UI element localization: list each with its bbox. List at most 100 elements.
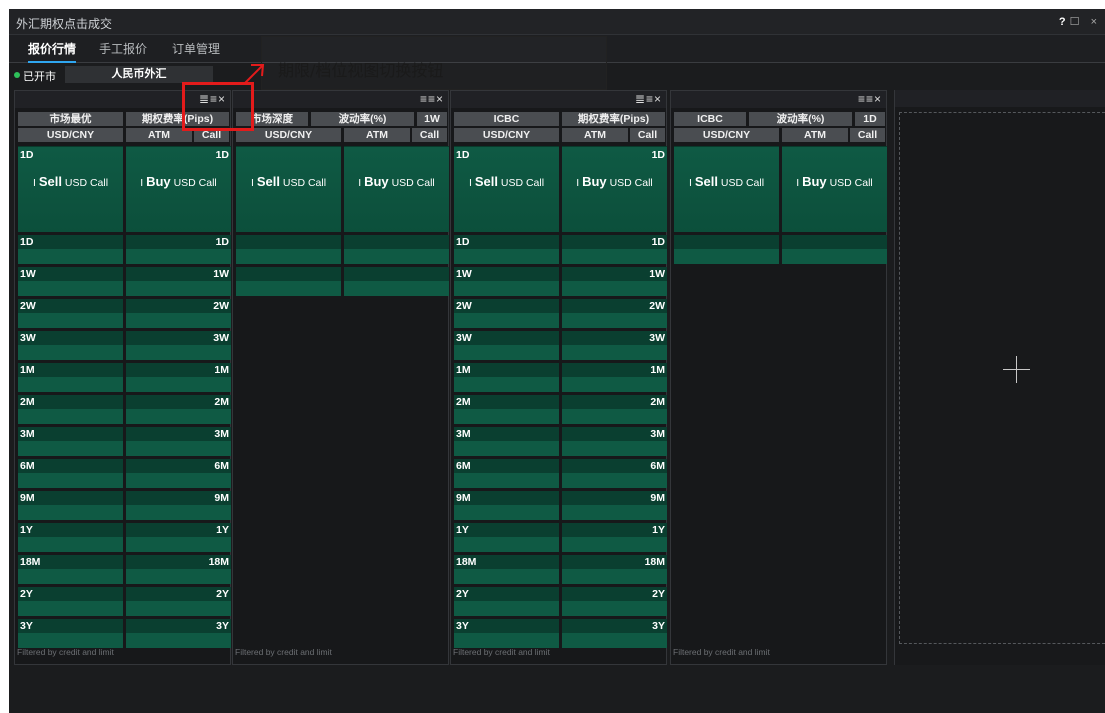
buy-tile[interactable]: I Buy USD Call xyxy=(782,146,887,232)
tenor-tile[interactable]: 2W xyxy=(126,299,231,328)
tenor-tile[interactable]: 9M xyxy=(18,491,123,520)
sell-tile[interactable]: I Sell USD Call xyxy=(236,146,341,232)
tenor-tile[interactable]: 2Y xyxy=(126,587,231,616)
buy-tile[interactable]: I Buy USD Call xyxy=(344,146,449,232)
currency-pair-selector[interactable]: USD/CNY xyxy=(454,128,559,142)
strike-selector[interactable]: ATM xyxy=(782,128,848,142)
tenor-tile[interactable]: 1M xyxy=(562,363,667,392)
tab-order-management[interactable]: 订单管理 xyxy=(172,40,220,61)
tenor-tile[interactable]: 3W xyxy=(126,331,231,360)
source-selector[interactable]: 市场最优 xyxy=(18,112,123,126)
option-type-selector[interactable]: Call xyxy=(850,128,885,142)
source-selector[interactable]: ICBC xyxy=(454,112,559,126)
tenor-selector[interactable]: 1D xyxy=(855,112,885,126)
tenor-tile[interactable]: 2Y xyxy=(562,587,667,616)
view-toggle-close-icons[interactable]: ≡≡× xyxy=(420,92,444,106)
add-panel-plus-icon[interactable] xyxy=(1003,356,1030,383)
quote-type-selector[interactable]: 波动率(%) xyxy=(749,112,852,126)
currency-pair-selector[interactable]: USD/CNY xyxy=(674,128,779,142)
quote-type-selector[interactable]: 波动率(%) xyxy=(311,112,414,126)
tenor-tile[interactable]: 1D xyxy=(18,235,123,264)
view-toggle-close-icons[interactable]: ≡≡× xyxy=(858,92,882,106)
tenor-tile[interactable]: 18M xyxy=(454,555,559,584)
quote-type-selector[interactable]: 期权费率(Pips) xyxy=(562,112,665,126)
sell-tile[interactable]: 1D I Sell USD Call xyxy=(18,146,123,232)
tenor-selector[interactable]: 1W xyxy=(417,112,447,126)
tenor-tile[interactable]: 2M xyxy=(454,395,559,424)
tenor-tile[interactable] xyxy=(782,235,887,264)
tenor-tile[interactable]: 3Y xyxy=(454,619,559,648)
tenor-tile[interactable]: 18M xyxy=(18,555,123,584)
tenor-tile[interactable]: 2W xyxy=(454,299,559,328)
tile-tenor: 2Y xyxy=(216,588,229,600)
tile-tenor: 2M xyxy=(650,396,665,408)
source-selector[interactable]: ICBC xyxy=(674,112,746,126)
tenor-tile[interactable]: 6M xyxy=(18,459,123,488)
tenor-tile[interactable]: 1D xyxy=(126,235,231,264)
tenor-tile[interactable]: 1Y xyxy=(454,523,559,552)
sell-tile[interactable]: I Sell USD Call xyxy=(674,146,779,232)
option-type-selector[interactable]: Call xyxy=(412,128,447,142)
tenor-tile[interactable]: 9M xyxy=(126,491,231,520)
currency-pair-selector[interactable]: USD/CNY xyxy=(18,128,123,142)
tenor-tile[interactable]: 1M xyxy=(126,363,231,392)
option-type-selector[interactable]: Call xyxy=(630,128,665,142)
tenor-tile[interactable]: 2Y xyxy=(454,587,559,616)
tile-tenor: 6M xyxy=(456,460,471,472)
tenor-tile[interactable]: 3M xyxy=(454,427,559,456)
tenor-tile[interactable]: 1M xyxy=(454,363,559,392)
tab-manual-quote[interactable]: 手工报价 xyxy=(99,40,147,61)
tenor-tile[interactable]: 18M xyxy=(126,555,231,584)
strike-selector[interactable]: ATM xyxy=(344,128,410,142)
view-toggle-close-icons[interactable]: ≣≡× xyxy=(635,92,662,106)
tenor-tile[interactable]: 6M xyxy=(562,459,667,488)
tenor-tile[interactable] xyxy=(344,235,449,264)
tenor-tile[interactable] xyxy=(236,235,341,264)
buy-tile[interactable]: 1D I Buy USD Call xyxy=(126,146,231,232)
tenor-tile[interactable]: 3W xyxy=(562,331,667,360)
tenor-tile[interactable]: 2M xyxy=(18,395,123,424)
tenor-tile[interactable]: 9M xyxy=(562,491,667,520)
tenor-tile[interactable]: 9M xyxy=(454,491,559,520)
strike-selector[interactable]: ATM xyxy=(562,128,628,142)
tenor-tile[interactable]: 3W xyxy=(18,331,123,360)
tenor-tile[interactable]: 3M xyxy=(562,427,667,456)
buy-tile[interactable]: 1D I Buy USD Call xyxy=(562,146,667,232)
tenor-tile[interactable]: 2M xyxy=(126,395,231,424)
tenor-tile[interactable]: 1M xyxy=(18,363,123,392)
tenor-tile[interactable]: 1W xyxy=(562,267,667,296)
restore-close-icons[interactable]: ☐ × xyxy=(1070,16,1101,28)
tenor-tile[interactable]: 1Y xyxy=(562,523,667,552)
tenor-tile[interactable]: 1W xyxy=(126,267,231,296)
tenor-tile[interactable]: 3Y xyxy=(562,619,667,648)
tenor-tile[interactable]: 6M xyxy=(126,459,231,488)
tenor-tile[interactable]: 2W xyxy=(18,299,123,328)
quote-panel-4: ≡≡× ICBC 波动率(%) 1D USD/CNY ATM Call I Sell USD … xyxy=(670,90,887,665)
market-selector[interactable]: 人民币外汇 xyxy=(65,66,213,83)
sell-tile[interactable]: 1D I Sell USD Call xyxy=(454,146,559,232)
tile-tenor: 2M xyxy=(214,396,229,408)
tenor-tile[interactable] xyxy=(236,267,341,296)
tenor-tile[interactable]: 6M xyxy=(454,459,559,488)
tenor-tile[interactable]: 1D xyxy=(454,235,559,264)
tenor-tile[interactable]: 3M xyxy=(18,427,123,456)
tenor-tile[interactable]: 3Y xyxy=(126,619,231,648)
tile-tenor: 6M xyxy=(650,460,665,472)
tenor-tile[interactable]: 3Y xyxy=(18,619,123,648)
tenor-tile[interactable]: 2M xyxy=(562,395,667,424)
tenor-tile[interactable]: 1Y xyxy=(126,523,231,552)
tab-quotes[interactable]: 报价行情 xyxy=(28,40,77,63)
add-panel-area[interactable] xyxy=(899,112,1105,644)
tenor-tile[interactable] xyxy=(344,267,449,296)
tenor-tile[interactable]: 2W xyxy=(562,299,667,328)
tenor-tile[interactable]: 3W xyxy=(454,331,559,360)
tenor-tile[interactable]: 2Y xyxy=(18,587,123,616)
tenor-tile[interactable]: 1W xyxy=(18,267,123,296)
help-icon[interactable]: ? xyxy=(1059,16,1070,28)
tenor-tile[interactable]: 1W xyxy=(454,267,559,296)
tenor-tile[interactable]: 3M xyxy=(126,427,231,456)
tenor-tile[interactable] xyxy=(674,235,779,264)
tenor-tile[interactable]: 1Y xyxy=(18,523,123,552)
tenor-tile[interactable]: 18M xyxy=(562,555,667,584)
tenor-tile[interactable]: 1D xyxy=(562,235,667,264)
